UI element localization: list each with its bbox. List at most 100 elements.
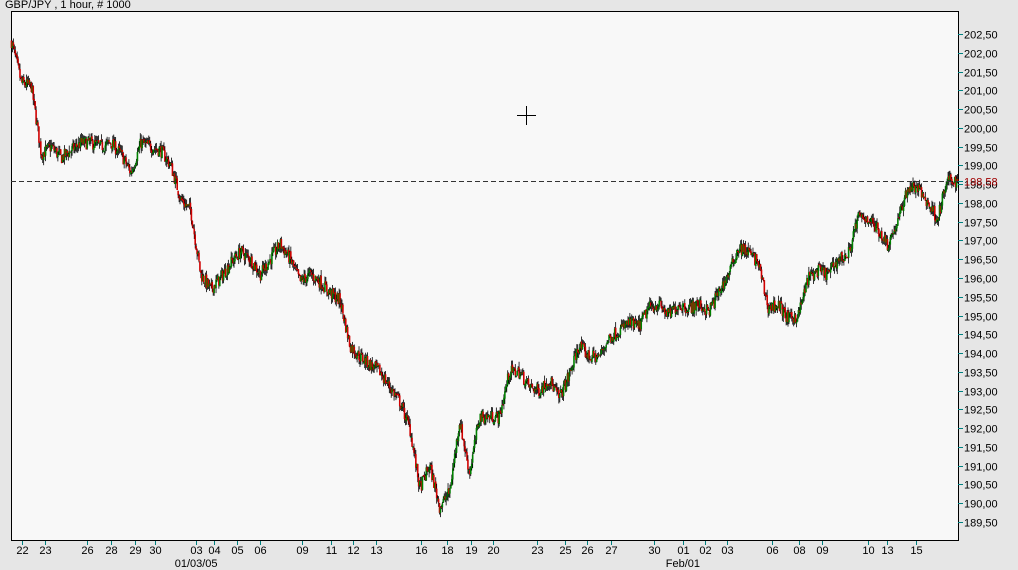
x-period-label: Feb/01 [666, 558, 700, 570]
x-tick-label: 27 [605, 545, 617, 557]
x-tick-label: 03 [721, 545, 733, 557]
y-tick-label: 199,00 [964, 161, 998, 173]
candle-body [202, 275, 205, 283]
x-tick-label: 20 [487, 545, 499, 557]
candle-body [199, 261, 201, 271]
candle-body [956, 179, 959, 182]
candle-body [194, 234, 196, 245]
x-tick-label: 11 [326, 545, 337, 557]
y-tick-label: 190,50 [964, 480, 998, 492]
candle-body [514, 368, 517, 376]
y-tick-label: 193,50 [964, 368, 998, 380]
candle-body [398, 395, 401, 407]
candle-body [762, 277, 765, 281]
x-tick-label: 05 [231, 545, 243, 557]
x-tick-label: 06 [766, 545, 778, 557]
x-tick-label: 16 [415, 545, 427, 557]
x-tick-label: 15 [910, 545, 922, 557]
y-tick-label: 192,50 [964, 405, 998, 417]
candle-body [516, 371, 518, 376]
candle-body [501, 405, 503, 414]
candle-body [581, 344, 584, 350]
candle-body [110, 143, 112, 145]
y-tick-label: 191,00 [964, 462, 998, 474]
y-tick-label: 189,50 [964, 518, 998, 530]
candle-body [531, 383, 534, 388]
candle-body [97, 140, 100, 143]
candle-body [297, 269, 300, 275]
x-tick-label: 22 [16, 545, 28, 557]
candle-body [493, 421, 496, 424]
candle-body [222, 273, 225, 281]
candle-body [817, 265, 820, 277]
candle-body [471, 454, 474, 463]
candle-body [38, 126, 40, 143]
x-tick-label: 09 [816, 545, 828, 557]
y-tick-label: 195,50 [964, 293, 998, 305]
x-tick-label: 19 [465, 545, 477, 557]
x-tick-label: 13 [370, 545, 382, 557]
y-tick-label: 190,00 [964, 499, 998, 511]
candle-body [326, 284, 328, 292]
candle-body [17, 58, 19, 64]
x-tick-label: 10 [862, 545, 874, 557]
candle-body [40, 141, 42, 155]
candle-body [421, 476, 424, 490]
x-tick-label: 04 [208, 545, 220, 557]
x-tick-label: 09 [296, 545, 308, 557]
last-price-label: 198,58 [964, 177, 998, 189]
candle-body [703, 308, 706, 312]
y-tick-label: 195,00 [964, 312, 998, 324]
candle-body [411, 437, 413, 447]
candle-body [108, 140, 110, 142]
y-tick-label: 194,50 [964, 330, 998, 342]
candle-body [795, 321, 798, 324]
y-tick-label: 196,00 [964, 274, 998, 286]
y-tick-label: 197,50 [964, 218, 998, 230]
candle-body [37, 122, 39, 127]
candle-body [211, 281, 214, 289]
candle-body [342, 304, 344, 314]
x-tick-label: 30 [648, 545, 660, 557]
y-tick-label: 201,00 [964, 86, 998, 98]
candle-body [558, 394, 561, 398]
candle-body [86, 140, 89, 149]
y-tick-label: 197,00 [964, 236, 998, 248]
y-tick-label: 191,50 [964, 443, 998, 455]
candle-body [527, 378, 530, 385]
x-tick-label: 03 [190, 545, 202, 557]
candle-body [605, 345, 607, 348]
candle-body [19, 68, 21, 78]
x-tick-label: 23 [39, 545, 51, 557]
candle-body [897, 218, 899, 226]
x-tick-label: 29 [129, 545, 141, 557]
candle-body [730, 263, 732, 267]
x-tick-label: 02 [699, 545, 711, 557]
candle-body [780, 301, 783, 304]
candle-body [437, 498, 440, 503]
candle-body [356, 355, 358, 359]
y-tick-label: 201,50 [964, 68, 998, 80]
candle-body [928, 202, 930, 207]
candle-body [272, 247, 275, 252]
candle-body [190, 208, 193, 221]
y-tick-label: 202,00 [964, 49, 998, 61]
y-tick-label: 193,00 [964, 387, 998, 399]
y-tick-label: 192,00 [964, 424, 998, 436]
plot-area[interactable] [11, 11, 959, 541]
candle-body [763, 280, 766, 295]
y-tick-label: 200,50 [964, 105, 998, 117]
candle-body [198, 252, 200, 261]
y-tick-label: 199,50 [964, 143, 998, 155]
x-tick-label: 26 [81, 545, 93, 557]
x-tick-label: 28 [105, 545, 117, 557]
candle-body [312, 274, 315, 281]
candle-body [467, 459, 469, 470]
x-tick-label: 23 [531, 545, 543, 557]
candle-body [59, 149, 62, 155]
y-tick-label: 200,00 [964, 124, 998, 136]
x-tick-label: 25 [559, 545, 571, 557]
x-tick-label: 26 [581, 545, 593, 557]
candlestick-chart[interactable]: 202,50 202,00 201,50 201,00 200,50 200,00 199,… [0, 0, 1018, 570]
y-tick-label: 194,00 [964, 349, 998, 361]
